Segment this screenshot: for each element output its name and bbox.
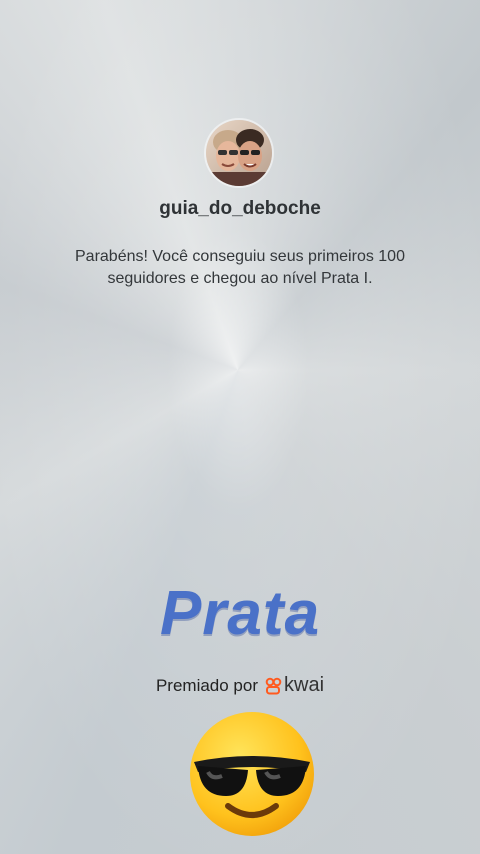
kwai-logo-icon [265,677,282,694]
sponsor-prefix: Premiado por [155,675,259,695]
achievement-message: Parabéns! Você conseguiu seus primeiros … [75,248,405,287]
sponsor-line: Premiado por kwai [0,674,480,697]
level-title: Prata [159,579,321,648]
smiling-face-with-sunglasses-icon [188,710,316,838]
username[interactable]: guia_do_deboche [0,198,480,220]
avatar[interactable] [206,120,272,186]
sponsor-brand: kwai [284,674,325,696]
profile-photo-icon [206,120,272,186]
